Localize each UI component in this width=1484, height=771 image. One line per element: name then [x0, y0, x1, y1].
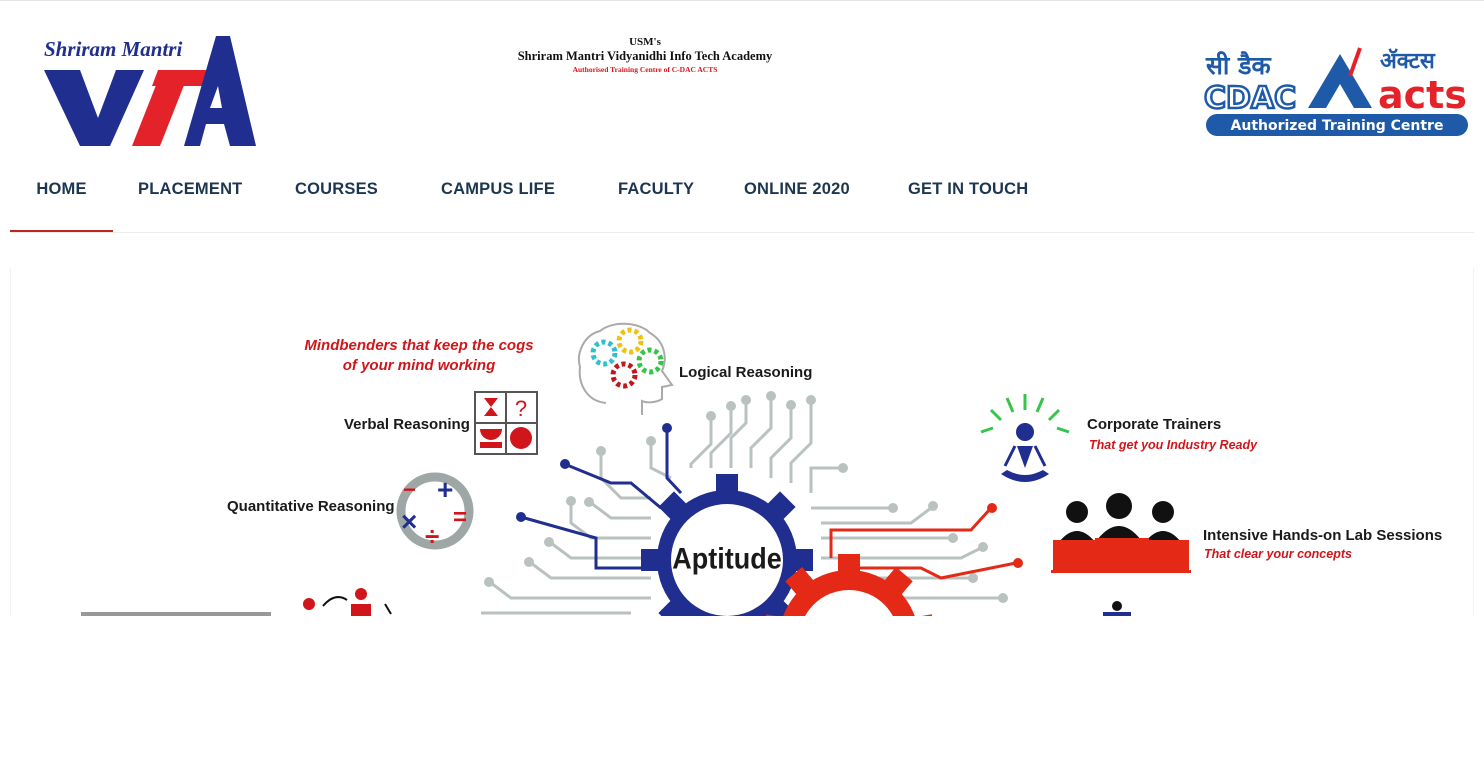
- tagline-line2: of your mind working: [343, 357, 496, 374]
- svg-text:+: +: [437, 474, 453, 505]
- cdac-acts-logo[interactable]: सी डैक CDAC ॲक्टस acts Authorized Traini…: [1200, 40, 1474, 140]
- puzzle-grid-icon: ?: [474, 391, 538, 455]
- acts-hindi-text: ॲक्टस: [1380, 48, 1436, 74]
- nav-get-in-touch[interactable]: GET IN TOUCH: [908, 160, 1028, 230]
- svg-text:?: ?: [515, 396, 527, 421]
- math-symbols-icon: − + × = ÷: [396, 472, 474, 551]
- nav-placement[interactable]: PLACEMENT: [138, 160, 242, 230]
- lab-people-icon: [1051, 493, 1191, 573]
- aptitude-graphic: Aptitude Mindbenders that keep the cogs …: [81, 322, 1442, 616]
- main-nav: HOME PLACEMENT COURSES CAMPUS LIFE FACUL…: [10, 160, 1474, 233]
- acts-text: acts: [1378, 73, 1467, 117]
- lab-sessions-title: Intensive Hands-on Lab Sessions: [1203, 527, 1442, 544]
- meditating-trainer-icon: [980, 394, 1070, 482]
- logical-reasoning-label: Logical Reasoning: [679, 364, 812, 381]
- site-header: Shriram Mantri USM's Shriram Mantri Vidy…: [0, 0, 1484, 160]
- verbal-reasoning-label: Verbal Reasoning: [344, 416, 470, 433]
- logo-text: Shriram Mantri: [44, 37, 182, 61]
- vita-logo[interactable]: Shriram Mantri: [40, 34, 262, 150]
- nav-campus-life[interactable]: CAMPUS LIFE: [441, 160, 555, 230]
- svg-text:−: −: [403, 477, 416, 502]
- nav-online-2020[interactable]: ONLINE 2020: [744, 160, 850, 230]
- academy-line2: Shriram Mantri Vidyanidhi Info Tech Acad…: [517, 49, 773, 63]
- quantitative-reasoning-label: Quantitative Reasoning: [227, 498, 395, 515]
- academy-line3: Authorised Training Centre of C-DAC ACTS: [572, 65, 718, 74]
- aptitude-label: Aptitude: [672, 542, 781, 575]
- tagline-line1: Mindbenders that keep the cogs: [304, 337, 533, 354]
- nav-courses[interactable]: COURSES: [295, 160, 378, 230]
- svg-text:÷: ÷: [425, 521, 439, 551]
- academy-line1: USM's: [629, 36, 661, 48]
- nav-home[interactable]: HOME: [10, 160, 113, 232]
- hero-banner: Aptitude Mindbenders that keep the cogs …: [10, 268, 1474, 616]
- bottom-right-icon: [1103, 601, 1131, 616]
- svg-text:=: =: [453, 504, 467, 531]
- communication-icon: [303, 588, 392, 616]
- corporate-trainers-title: Corporate Trainers: [1087, 416, 1221, 433]
- corporate-trainers-subtitle: That get you Industry Ready: [1089, 438, 1258, 452]
- svg-text:×: ×: [401, 506, 417, 537]
- cdac-text: CDAC: [1204, 81, 1296, 116]
- cdac-hindi-text: सी डैक: [1205, 51, 1272, 80]
- authorized-badge: Authorized Training Centre: [1231, 118, 1444, 134]
- nav-faculty[interactable]: FACULTY: [618, 160, 694, 230]
- academy-title: USM's Shriram Mantri Vidyanidhi Info Tec…: [480, 36, 810, 76]
- lab-sessions-subtitle: That clear your concepts: [1204, 547, 1352, 561]
- brain-gears-icon: [578, 322, 674, 415]
